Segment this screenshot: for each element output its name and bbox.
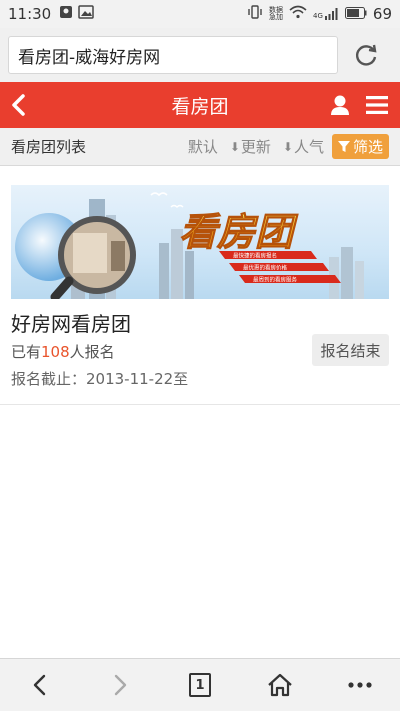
vibrate-icon <box>247 5 263 23</box>
tour-banner[interactable]: 看房团 最快捷的看房报名 最优惠的看房价格 最周到的看房服务 <box>11 185 389 299</box>
list-title: 看房团列表 <box>11 138 87 156</box>
home-icon[interactable] <box>260 665 300 705</box>
network-text: 数据 急加 <box>269 6 284 21</box>
battery-icon <box>344 5 367 23</box>
user-icon[interactable] <box>330 94 350 116</box>
address-bar[interactable]: 看房团-威海好房网 <box>8 36 338 74</box>
wifi-icon <box>289 5 307 23</box>
status-bar: 11:30 数据 急加 4G 69 <box>0 0 400 28</box>
url-text: 看房团-威海好房网 <box>18 47 161 68</box>
sort-default-button[interactable]: 默认 <box>188 136 218 157</box>
browser-toolbar: 看房团-威海好房网 <box>0 28 400 82</box>
sort-popular-button[interactable]: ⬇ 人气 <box>283 136 324 157</box>
filter-button[interactable]: 筛选 <box>331 134 389 159</box>
notification-icon <box>59 5 73 23</box>
reload-icon[interactable] <box>352 41 380 69</box>
more-icon[interactable] <box>340 665 380 705</box>
filter-icon <box>337 140 350 152</box>
status-time: 11:30 <box>8 5 52 23</box>
list-toolbar: 看房团列表 默认 ⬇ 更新 ⬇ 人气 筛选 <box>0 128 400 166</box>
battery-level: 69 <box>372 5 392 23</box>
tour-card[interactable]: 看房团 最快捷的看房报名 最优惠的看房价格 最周到的看房服务 好房网看房团 已有… <box>0 177 400 405</box>
svg-text:最快捷的看房报名: 最快捷的看房报名 <box>233 252 277 260</box>
signup-deadline: 报名截止：2013-11-22至 <box>11 370 189 388</box>
sort-update-button[interactable]: ⬇ 更新 <box>230 136 271 157</box>
svg-text:最优惠的看房价格: 最优惠的看房价格 <box>243 264 288 272</box>
signal-icon: 4G <box>313 8 339 20</box>
nav-back-icon[interactable] <box>20 665 60 705</box>
browser-bottom-nav: 1 <box>0 658 400 711</box>
back-icon[interactable] <box>8 92 30 118</box>
tour-title[interactable]: 好房网看房团 <box>11 308 131 337</box>
tabs-button[interactable]: 1 <box>180 665 220 705</box>
svg-text:看房团: 看房团 <box>179 210 299 254</box>
page-title: 看房团 <box>171 95 229 118</box>
sort-options: 默认 ⬇ 更新 ⬇ 人气 筛选 <box>176 134 400 159</box>
svg-text:最周到的看房服务: 最周到的看房服务 <box>253 276 298 284</box>
menu-icon[interactable] <box>366 96 388 114</box>
signup-number: 108 <box>41 343 70 361</box>
arrow-down-icon: ⬇ <box>229 139 240 154</box>
signup-count: 已有108人报名 <box>11 343 115 361</box>
image-icon <box>78 5 94 23</box>
banner-illustration: 看房团 最快捷的看房报名 最优惠的看房价格 最周到的看房服务 <box>15 192 364 299</box>
arrow-down-icon: ⬇ <box>282 139 293 154</box>
nav-forward-icon[interactable] <box>100 665 140 705</box>
app-header: 看房团 <box>0 82 400 128</box>
signup-status-button[interactable]: 报名结束 <box>312 334 389 366</box>
tab-count: 1 <box>189 673 211 697</box>
